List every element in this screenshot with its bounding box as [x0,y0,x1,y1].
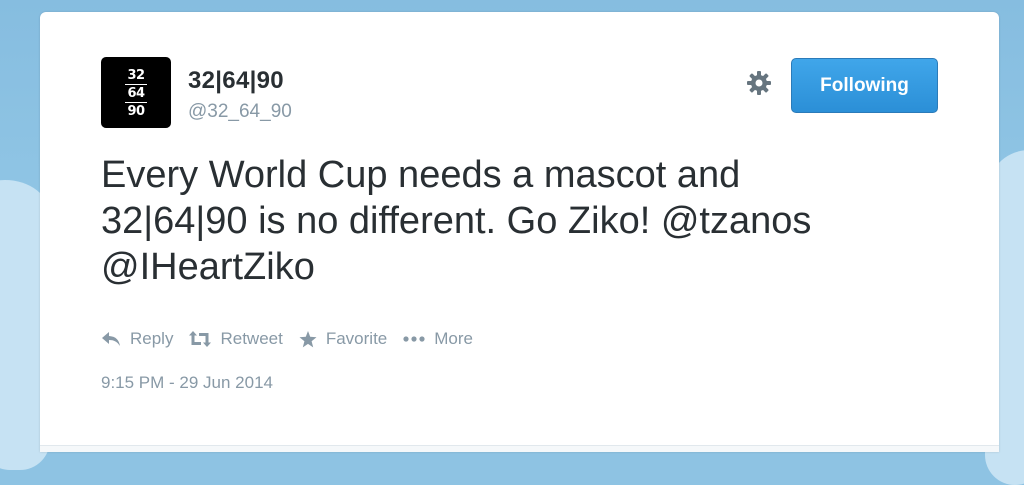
ellipsis-icon [403,336,425,342]
favorite-button[interactable]: Favorite [299,329,387,349]
more-button[interactable]: More [403,329,473,349]
retweet-label: Retweet [220,329,283,348]
tweet-text-line: Every World Cup needs a mascot and [101,154,741,196]
avatar-logo-line: 90 [127,104,145,119]
star-icon [299,330,317,347]
reply-icon [102,332,120,346]
user-handle[interactable]: @32_64_90 [188,101,292,123]
tweet-text-line: 32|64|90 is no different. Go Ziko! [101,200,661,242]
avatar[interactable]: 32 64 90 [101,57,171,128]
mention-link[interactable]: @tzanos [661,200,812,242]
more-label: More [434,329,473,348]
following-button[interactable]: Following [791,58,938,113]
retweet-icon [189,331,212,347]
reply-label: Reply [130,329,174,348]
retweet-button[interactable]: Retweet [189,329,283,349]
tweet-text: Every World Cup needs a mascot and 32|64… [101,152,961,290]
avatar-logo-line: 32 [125,67,147,85]
avatar-logo: 32 64 90 [125,67,147,120]
card-footer-divider [40,445,999,452]
favorite-label: Favorite [325,329,388,348]
tweet-timestamp[interactable]: 9:15 PM - 29 Jun 2014 [101,373,273,393]
display-name[interactable]: 32|64|90 [188,67,284,95]
reply-button[interactable]: Reply [101,329,173,349]
tweet-card: 32 64 90 32|64|90 @32_64_90 Following Ev… [40,12,999,452]
mention-link[interactable]: @IHeartZiko [101,246,315,288]
gear-icon[interactable] [746,70,772,96]
avatar-logo-line: 64 [125,85,147,103]
tweet-actions: Reply Retweet Favorite More [101,328,489,350]
